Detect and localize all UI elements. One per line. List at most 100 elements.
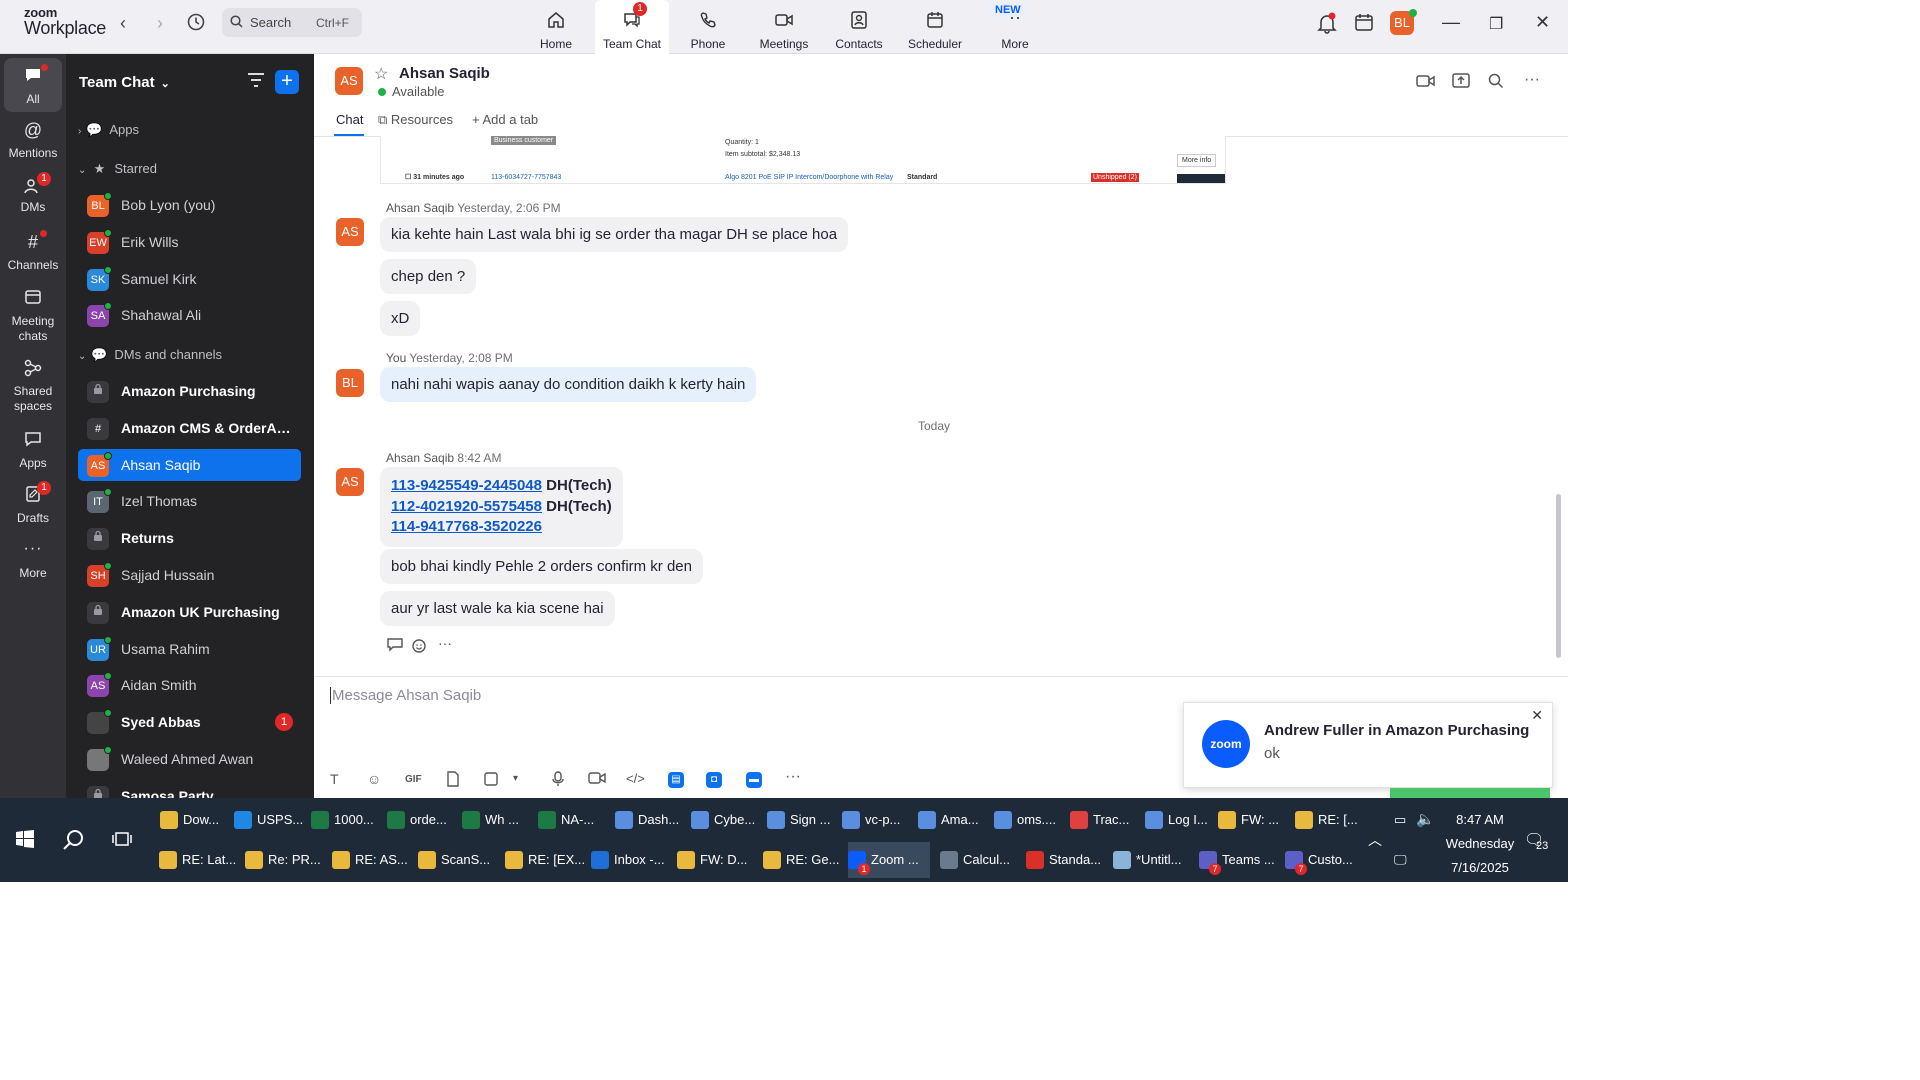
sidebar-item[interactable]: SH Sajjad Hussain xyxy=(78,559,301,591)
taskbar-app[interactable]: USPS... xyxy=(234,802,306,838)
taskbar-app[interactable]: RE: Ge... xyxy=(763,842,845,878)
user-avatar[interactable]: BL xyxy=(1390,9,1417,35)
taskbar-app[interactable]: NA-... xyxy=(538,802,610,838)
sidebar-item[interactable]: Amazon Purchasing xyxy=(78,375,301,407)
chevron-up-icon[interactable]: ︿ xyxy=(1368,830,1382,850)
video-call-icon[interactable] xyxy=(1416,73,1436,94)
taskbar-app[interactable]: FW: ... xyxy=(1218,802,1290,838)
taskbar-app[interactable]: Dow... xyxy=(160,802,232,838)
tab-team-chat[interactable]: 1 Team Chat xyxy=(595,0,669,54)
gif-button[interactable]: GIF xyxy=(405,774,422,785)
taskbar-app[interactable]: 7 Teams ... xyxy=(1199,842,1281,878)
taskbar-app[interactable]: Calcul... xyxy=(940,842,1022,878)
section-apps[interactable]: › 💬 Apps xyxy=(78,122,139,138)
taskbar-app[interactable]: RE: [EX... xyxy=(505,842,587,878)
rail-meeting-chats[interactable]: Meeting chats xyxy=(0,288,66,344)
code-snippet-icon[interactable]: </> xyxy=(626,771,645,786)
taskbar-app[interactable]: Cybe... xyxy=(691,802,763,838)
message-bubble[interactable]: aur yr last wale ka kia scene hai xyxy=(380,591,615,626)
tab-resources[interactable]: ⧉ Resources xyxy=(378,112,453,128)
sidebar-item[interactable]: SK Samuel Kirk xyxy=(78,263,301,295)
search-icon[interactable] xyxy=(62,828,86,858)
order-link[interactable]: 113-9425549-2445048 xyxy=(391,477,542,494)
sidebar-item[interactable]: Syed Abbas 1 xyxy=(78,706,301,738)
filter-icon[interactable] xyxy=(247,72,265,93)
message-bubble[interactable]: bob bhai kindly Pehle 2 orders confirm k… xyxy=(380,549,703,584)
taskbar-app[interactable]: Ama... xyxy=(918,802,990,838)
sender-avatar[interactable]: BL xyxy=(336,369,364,397)
taskbar-app[interactable]: FW: D... xyxy=(677,842,759,878)
rail-all[interactable]: All xyxy=(4,58,62,112)
taskbar-app[interactable]: 7 Custo... xyxy=(1285,842,1367,878)
taskbar-app[interactable]: RE: Lat... xyxy=(159,842,241,878)
sidebar-item[interactable]: AS Ahsan Saqib xyxy=(78,448,301,481)
sidebar-item[interactable]: Samosa Party xyxy=(78,780,301,798)
battery-icon[interactable]: ▭ xyxy=(1394,812,1406,828)
contact-avatar[interactable]: AS xyxy=(335,67,363,95)
taskbar-app[interactable]: *Untitl... xyxy=(1113,842,1195,878)
sidebar-item[interactable]: IT Izel Thomas xyxy=(78,485,301,517)
task-view-icon[interactable] xyxy=(112,830,132,853)
emoji-icon[interactable]: ☺ xyxy=(367,771,381,787)
sidebar-item[interactable]: SA Shahawal Ali xyxy=(78,299,301,331)
contact-name[interactable]: Ahsan Saqib xyxy=(399,65,490,82)
rail-shared-spaces[interactable]: Shared spaces xyxy=(0,358,66,414)
taskbar-app[interactable]: oms.... xyxy=(994,802,1066,838)
taskbar-app[interactable]: Log I... xyxy=(1145,802,1217,838)
search-icon[interactable] xyxy=(1488,73,1504,94)
tab-add[interactable]: + Add a tab xyxy=(472,112,538,127)
tab-more[interactable]: ·· NEW More xyxy=(978,0,1052,54)
minimize-icon[interactable]: — xyxy=(1442,12,1460,33)
sidebar-item[interactable]: UR Usama Rahim xyxy=(78,633,301,665)
tab-meetings[interactable]: Meetings xyxy=(747,0,821,54)
app-icon-2[interactable]: ◘ xyxy=(706,772,722,788)
sender-name[interactable]: Ahsan Saqib xyxy=(386,451,454,465)
sidebar-item[interactable]: BL Bob Lyon (you) xyxy=(78,189,301,221)
screenshot-icon[interactable] xyxy=(483,771,499,790)
sidebar-title[interactable]: Team Chat ⌄ xyxy=(79,74,170,91)
rail-drafts[interactable]: 1 Drafts xyxy=(0,481,66,526)
sidebar-item[interactable]: AS Aidan Smith xyxy=(78,669,301,701)
message-bubble[interactable]: chep den ? xyxy=(380,259,477,294)
forward-arrow-icon[interactable]: › xyxy=(148,13,172,34)
tab-contacts[interactable]: Contacts xyxy=(822,0,896,54)
sender-avatar[interactable]: AS xyxy=(336,468,364,496)
add-reaction-icon[interactable] xyxy=(412,638,428,657)
app-icon-1[interactable]: ▤ xyxy=(668,772,684,788)
sidebar-item[interactable]: Amazon UK Purchasing xyxy=(78,596,301,628)
app-icon-3[interactable]: ▬ xyxy=(746,772,762,788)
taskbar-app[interactable]: 1 Zoom ... xyxy=(848,842,930,878)
taskbar-app[interactable]: vc-p... xyxy=(842,802,914,838)
taskbar-app[interactable]: RE: AS... xyxy=(332,842,414,878)
video-message-icon[interactable] xyxy=(588,771,606,788)
taskbar-app[interactable]: 1000... xyxy=(311,802,383,838)
windows-start-icon[interactable] xyxy=(16,830,34,854)
message-bubble[interactable]: kia kehte hain Last wala bhi ig se order… xyxy=(380,217,849,252)
restore-icon[interactable]: ❐ xyxy=(1489,14,1503,34)
rail-more[interactable]: ··· More xyxy=(0,540,66,581)
order-link[interactable]: 112-4021920-5575458 xyxy=(391,498,542,515)
tab-scheduler[interactable]: Scheduler xyxy=(898,0,972,54)
order-link[interactable]: 114-9417768-3520226 xyxy=(391,518,542,535)
microphone-icon[interactable] xyxy=(552,771,564,790)
system-clock[interactable]: 8:47 AM Wednesday 7/16/2025 xyxy=(1440,808,1520,880)
message-bubble[interactable]: xD xyxy=(380,301,421,336)
taskbar-app[interactable]: Sign ... xyxy=(767,802,839,838)
back-arrow-icon[interactable]: ‹ xyxy=(111,13,135,34)
more-tools-icon[interactable]: ··· xyxy=(785,768,801,786)
reply-icon[interactable] xyxy=(387,638,403,655)
file-icon[interactable] xyxy=(446,771,460,790)
sender-name[interactable]: Ahsan Saqib xyxy=(386,201,454,215)
calendar-status-icon[interactable] xyxy=(1354,12,1374,37)
taskbar-app[interactable]: RE: [... xyxy=(1295,802,1367,838)
tab-chat[interactable]: Chat xyxy=(336,112,363,127)
message-bubble[interactable]: nahi nahi wapis aanay do condition daikh… xyxy=(380,367,757,402)
taskbar-app[interactable]: Dash... xyxy=(615,802,687,838)
taskbar-app[interactable]: ScanS... xyxy=(418,842,500,878)
notification-toast[interactable]: zoom Andrew Fuller in Amazon Purchasing … xyxy=(1183,702,1553,788)
sidebar-item[interactable]: Waleed Ahmed Awan xyxy=(78,743,301,775)
tab-phone[interactable]: Phone xyxy=(671,0,745,54)
taskbar-app[interactable]: Wh ... xyxy=(462,802,534,838)
sender-avatar[interactable]: AS xyxy=(336,218,364,246)
sidebar-item[interactable]: EW Erik Wills xyxy=(78,226,301,258)
